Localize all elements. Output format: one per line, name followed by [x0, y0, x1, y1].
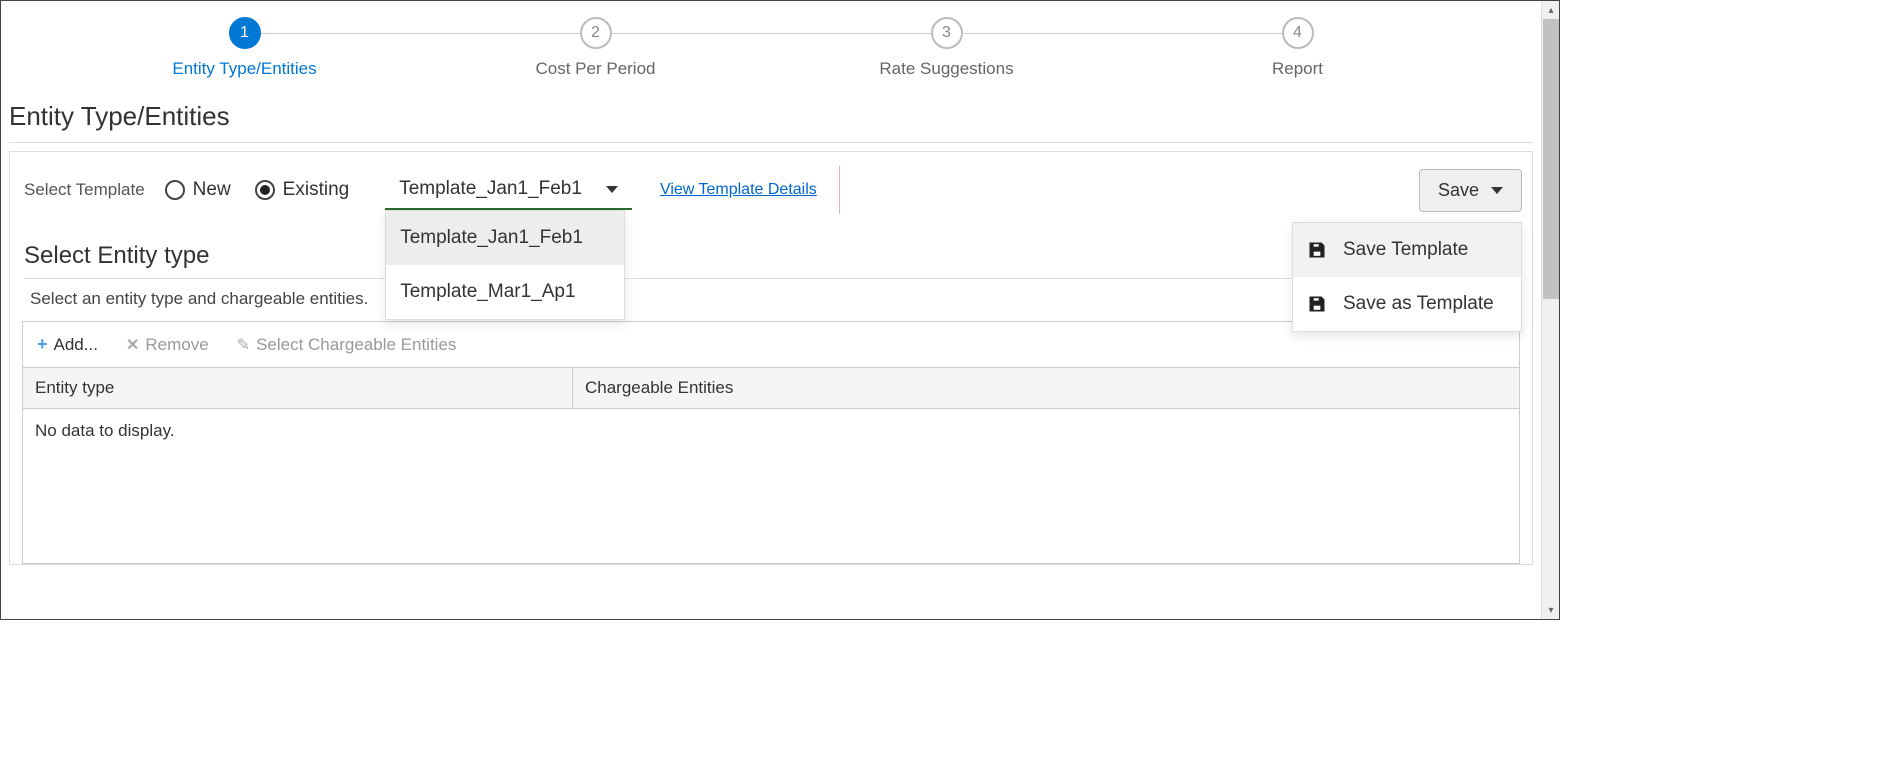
radio-existing-label: Existing: [283, 179, 350, 201]
column-chargeable-entities[interactable]: Chargeable Entities: [573, 368, 1519, 408]
radio-existing[interactable]: Existing: [255, 179, 350, 201]
close-icon: ✕: [126, 335, 139, 355]
vertical-divider: [839, 166, 840, 214]
save-template-label: Save Template: [1343, 239, 1468, 261]
step-number: 3: [931, 17, 963, 49]
chevron-down-icon: [606, 186, 618, 193]
save-icon: [1307, 294, 1327, 314]
page-title: Entity Type/Entities: [9, 97, 1533, 143]
step-entity-type[interactable]: 1 Entity Type/Entities: [69, 17, 420, 79]
step-number: 1: [229, 17, 261, 49]
template-dropdown: Template_Jan1_Feb1 Template_Mar1_Ap1: [385, 210, 625, 320]
radio-new[interactable]: New: [165, 179, 231, 201]
step-number: 2: [580, 17, 612, 49]
step-label: Rate Suggestions: [771, 59, 1122, 79]
add-button[interactable]: + Add...: [37, 334, 98, 355]
template-radio-group: New Existing: [165, 179, 350, 201]
wizard-stepper: 1 Entity Type/Entities 2 Cost Per Period…: [9, 17, 1533, 79]
chevron-down-icon: [1491, 187, 1503, 194]
save-template-item[interactable]: Save Template: [1293, 223, 1521, 277]
radio-icon: [255, 180, 275, 200]
step-label: Cost Per Period: [420, 59, 771, 79]
scrollbar-down-arrow-icon[interactable]: ▾: [1542, 601, 1560, 619]
column-entity-type[interactable]: Entity type: [23, 368, 573, 408]
template-select-value: Template_Jan1_Feb1: [399, 178, 582, 200]
select-template-label: Select Template: [20, 180, 145, 200]
step-cost-per-period[interactable]: 2 Cost Per Period: [420, 17, 771, 79]
pencil-icon: ✎: [237, 335, 250, 355]
save-as-template-item[interactable]: Save as Template: [1293, 277, 1521, 331]
save-dropdown: Save Template Save as Template: [1292, 222, 1522, 332]
radio-icon: [165, 180, 185, 200]
scrollbar-thumb[interactable]: [1543, 19, 1559, 299]
template-select[interactable]: Template_Jan1_Feb1: [385, 170, 632, 210]
save-as-template-label: Save as Template: [1343, 293, 1494, 315]
scrollbar-up-arrow-icon[interactable]: ▴: [1542, 1, 1560, 19]
table-empty-message: No data to display.: [23, 409, 1519, 453]
plus-icon: +: [37, 334, 48, 355]
step-rate-suggestions[interactable]: 3 Rate Suggestions: [771, 17, 1122, 79]
table-header: Entity type Chargeable Entities: [23, 368, 1519, 409]
step-report[interactable]: 4 Report: [1122, 17, 1473, 79]
remove-button[interactable]: ✕ Remove: [126, 335, 209, 355]
step-label: Entity Type/Entities: [69, 59, 420, 79]
add-label: Add...: [54, 335, 98, 355]
select-chargeable-button[interactable]: ✎ Select Chargeable Entities: [237, 335, 457, 355]
remove-label: Remove: [145, 335, 208, 355]
radio-new-label: New: [193, 179, 231, 201]
template-option[interactable]: Template_Jan1_Feb1: [386, 211, 624, 265]
entity-table: + Add... ✕ Remove ✎ Select Chargeable En…: [22, 321, 1520, 564]
step-label: Report: [1122, 59, 1473, 79]
save-button-label: Save: [1438, 180, 1479, 201]
step-number: 4: [1282, 17, 1314, 49]
scrollbar[interactable]: ▴ ▾: [1541, 1, 1559, 619]
template-row: Select Template New Existing Template_Ja…: [20, 162, 1522, 218]
view-template-details-link[interactable]: View Template Details: [660, 181, 817, 199]
template-option[interactable]: Template_Mar1_Ap1: [386, 265, 624, 319]
save-icon: [1307, 240, 1327, 260]
save-button[interactable]: Save: [1419, 169, 1522, 212]
select-chargeable-label: Select Chargeable Entities: [256, 335, 456, 355]
main-panel: Select Template New Existing Template_Ja…: [9, 151, 1533, 565]
